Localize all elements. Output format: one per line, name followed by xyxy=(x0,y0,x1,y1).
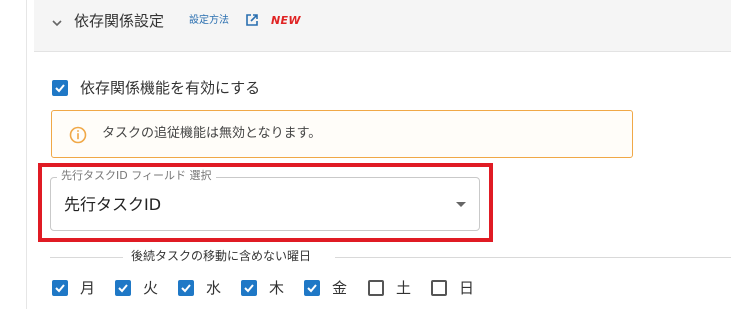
panel-divider xyxy=(26,0,27,309)
weekday-checkbox-sun[interactable] xyxy=(431,280,447,296)
external-link-icon[interactable] xyxy=(245,13,259,27)
info-icon xyxy=(69,126,87,144)
weekday-label-sat[interactable]: 土 xyxy=(396,277,411,299)
checkmark-icon xyxy=(181,284,191,293)
enable-dependency-checkbox[interactable] xyxy=(52,80,68,96)
checkmark-icon xyxy=(55,284,65,293)
weekday-checkbox-sat[interactable] xyxy=(368,280,384,296)
help-link[interactable]: 設定方法 xyxy=(189,12,229,30)
settings-panel: 依存関係設定 設定方法 NEW 依存関係機能を有効にする タスクの追従機能は無効… xyxy=(0,0,731,309)
weekday-section-title: 後続タスクの移動に含めない曜日 xyxy=(127,247,316,265)
weekday-checkbox-mon[interactable] xyxy=(52,280,68,296)
weekday-label-tue[interactable]: 火 xyxy=(143,277,158,299)
weekday-checkbox-tue[interactable] xyxy=(115,280,131,296)
weekday-label-wed[interactable]: 水 xyxy=(206,277,221,299)
weekday-checkbox-thu[interactable] xyxy=(241,280,257,296)
weekday-label-thu[interactable]: 木 xyxy=(269,277,284,299)
section-title: 依存関係設定 xyxy=(74,12,165,30)
weekday-label-fri[interactable]: 金 xyxy=(332,277,347,299)
enable-dependency-label[interactable]: 依存関係機能を有効にする xyxy=(80,77,260,99)
weekday-label-mon[interactable]: 月 xyxy=(80,277,95,299)
section-header[interactable]: 依存関係設定 設定方法 NEW xyxy=(34,0,731,52)
checkmark-icon xyxy=(307,284,317,293)
checkmark-icon xyxy=(118,284,128,293)
weekday-divider-right xyxy=(335,257,731,258)
checkmark-icon xyxy=(244,284,254,293)
notice-text: タスクの追従機能は無効となります。 xyxy=(102,126,322,141)
new-badge: NEW xyxy=(271,14,301,27)
weekday-divider-left xyxy=(50,257,123,258)
checkmark-icon xyxy=(55,84,65,93)
highlight-frame xyxy=(38,163,493,242)
weekday-checkbox-wed[interactable] xyxy=(178,280,194,296)
weekday-label-sun[interactable]: 日 xyxy=(459,277,474,299)
chevron-down-icon[interactable] xyxy=(50,16,64,30)
notice-box: タスクの追従機能は無効となります。 xyxy=(51,110,633,158)
weekday-checkbox-fri[interactable] xyxy=(304,280,320,296)
